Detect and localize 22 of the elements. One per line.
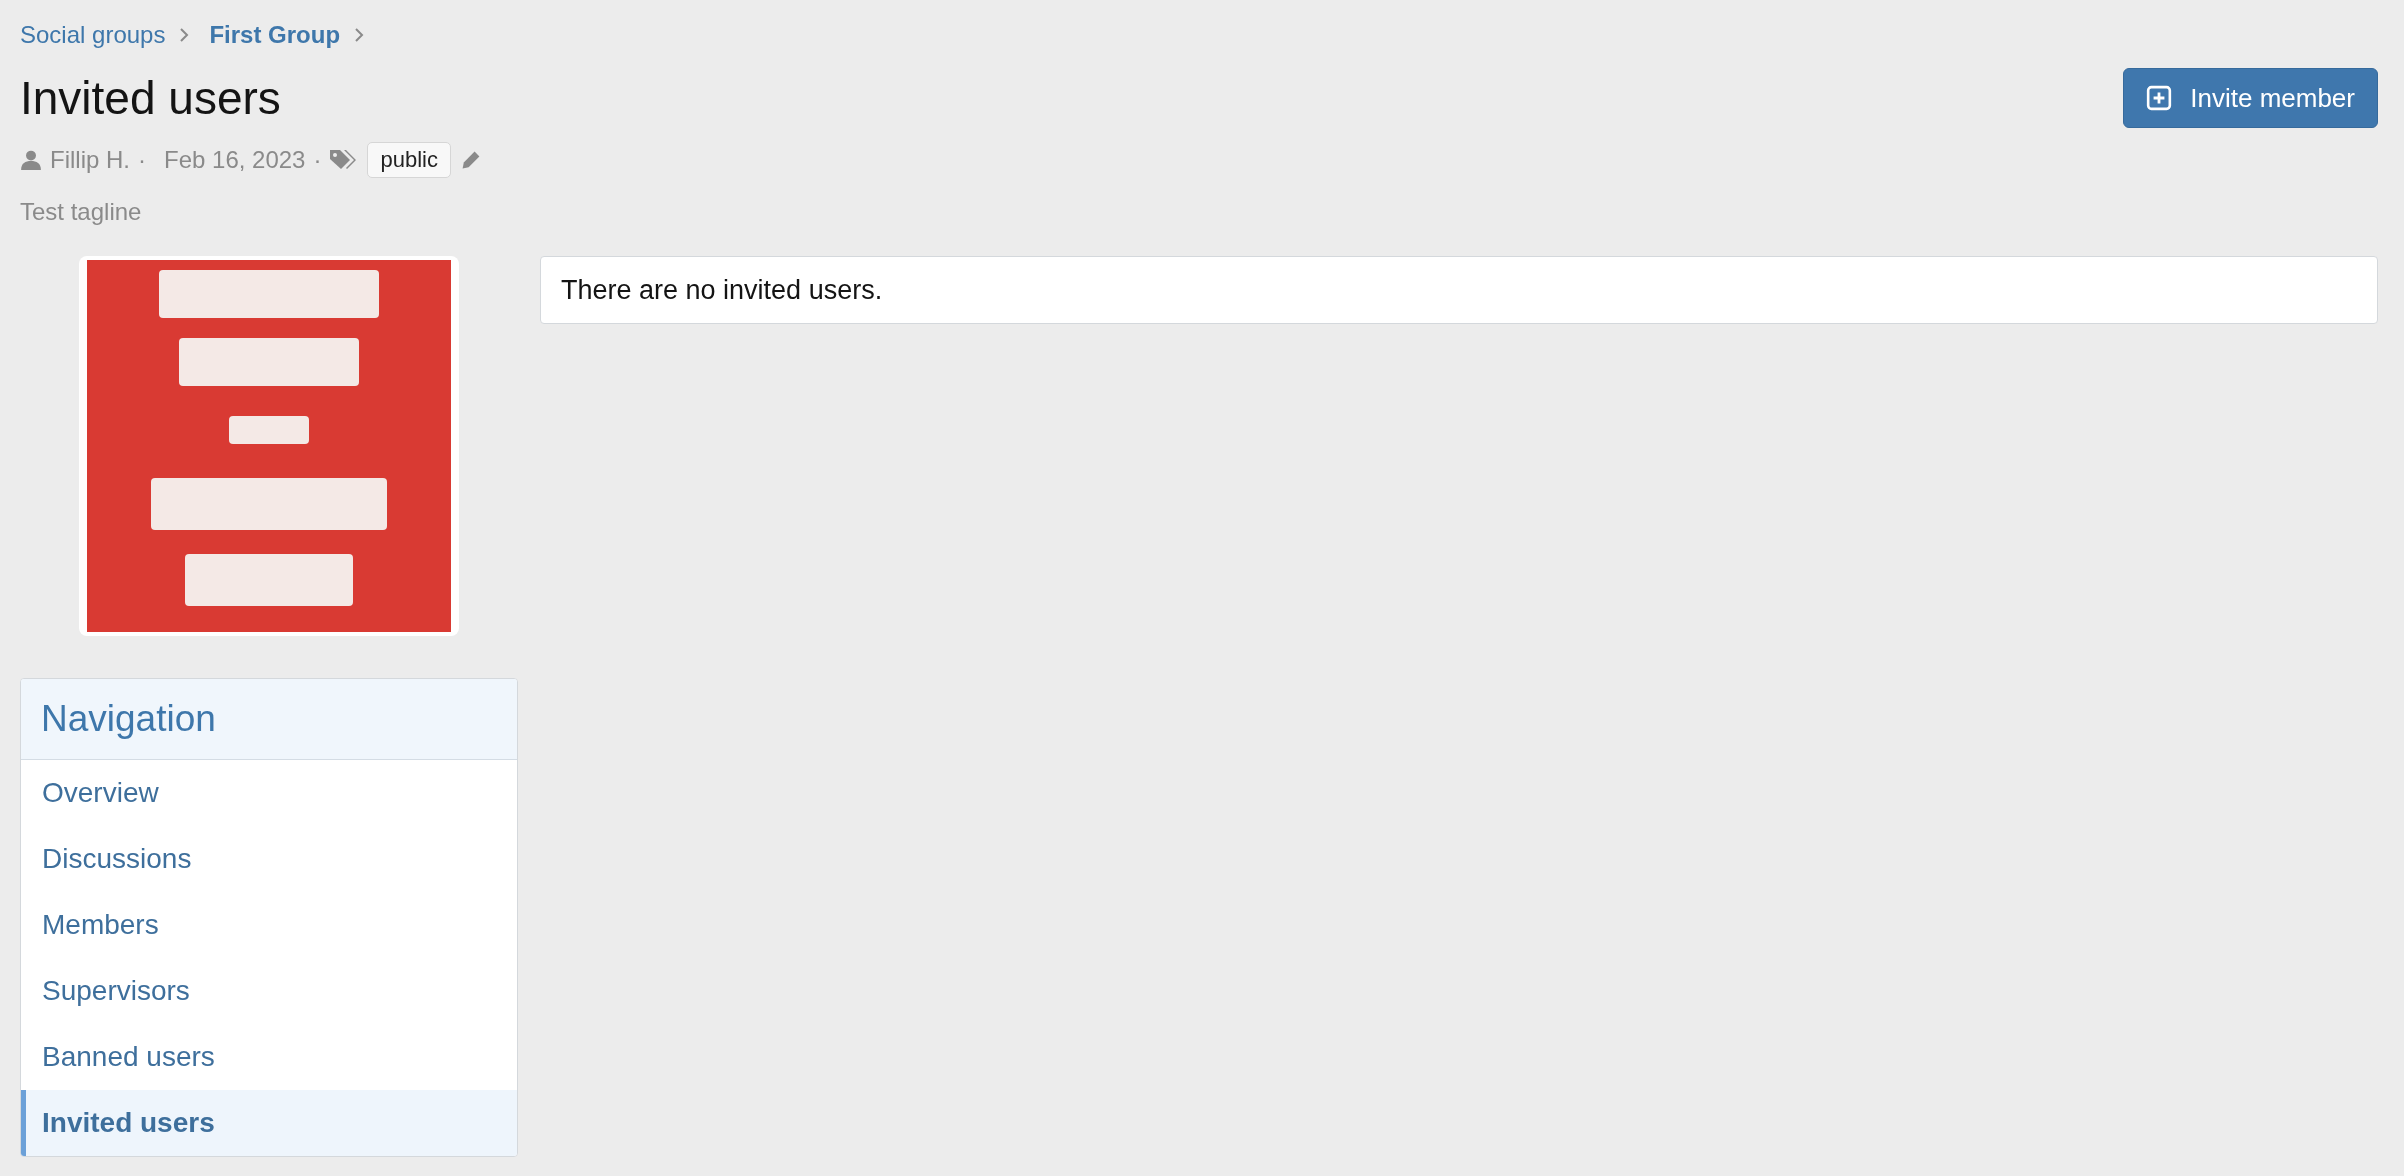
user-icon <box>20 149 42 171</box>
tag[interactable]: public <box>367 142 451 178</box>
navigation-item[interactable]: Discussions <box>21 826 517 892</box>
plus-square-icon <box>2146 85 2173 111</box>
chevron-icon <box>354 27 365 43</box>
post-date: Feb 16, 2023 <box>164 146 306 174</box>
navigation-item[interactable]: Supervisors <box>21 958 517 1024</box>
separator-dot: · <box>313 146 322 174</box>
navigation-item[interactable]: Overview <box>21 760 517 826</box>
navigation-item[interactable]: Invited users <box>21 1090 517 1156</box>
breadcrumb-link[interactable]: First Group <box>209 21 341 49</box>
chevron-icon <box>179 27 190 43</box>
group-tagline: Test tagline <box>20 198 143 226</box>
navigation-item[interactable]: Banned users <box>21 1024 517 1090</box>
separator-dot: · <box>138 146 146 174</box>
breadcrumb-link[interactable]: Social groups <box>20 21 166 49</box>
invite-member-button[interactable]: Invite member <box>2123 68 2378 128</box>
navigation-item[interactable]: Members <box>21 892 517 958</box>
author-link[interactable]: Fillip H. <box>50 146 130 174</box>
empty-message: There are no invited users. <box>540 256 2378 324</box>
page-title: Invited users <box>20 71 281 126</box>
navigation-title: Navigation <box>21 679 517 760</box>
